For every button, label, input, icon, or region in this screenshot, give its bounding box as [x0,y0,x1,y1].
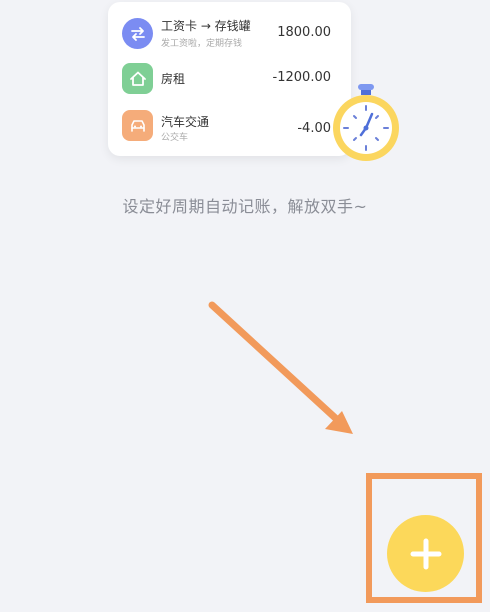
transaction-amount: -4.00 [297,121,331,136]
recurring-preview-card: 工资卡 → 存钱罐 发工资啦，定期存钱 1800.00 房租 -1200.00 … [108,2,351,156]
tip-text: 设定好周期自动记账，解放双手~ [122,197,368,216]
transaction-title: 房租 [161,72,186,86]
transaction-amount: 1800.00 [277,25,331,40]
transaction-row-transport: 汽车交通 公交车 -4.00 [108,106,351,146]
transaction-amount: -1200.00 [272,70,331,85]
stopwatch-icon [333,84,399,161]
house-icon [122,63,153,94]
arrow-pointer-icon [208,301,353,434]
transaction-title: 汽车交通 [161,115,210,129]
transfer-icon [122,18,153,49]
add-button[interactable] [387,515,464,592]
plus-icon [410,538,441,569]
transaction-subtitle: 公交车 [161,133,189,143]
transaction-title: 工资卡 → 存钱罐 [161,19,251,33]
transaction-row-rent: 房租 -1200.00 [108,59,351,99]
car-icon [122,110,153,141]
transaction-row-transfer: 工资卡 → 存钱罐 发工资啦，定期存钱 1800.00 [108,14,351,54]
transaction-subtitle: 发工资啦，定期存钱 [161,39,243,49]
